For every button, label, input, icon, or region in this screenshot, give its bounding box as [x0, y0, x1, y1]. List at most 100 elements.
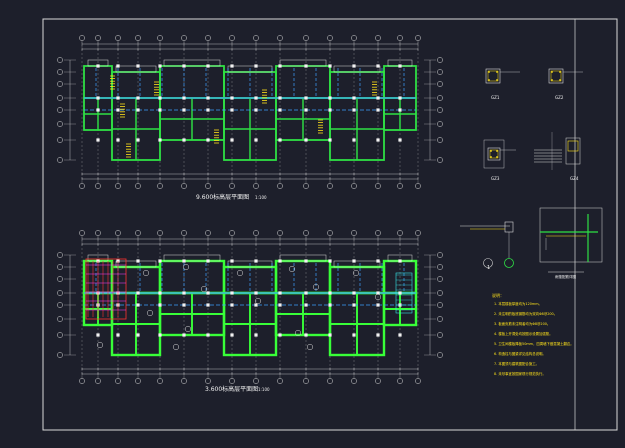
axis-bubble — [181, 183, 187, 189]
column-mark — [158, 138, 162, 142]
slab-marker — [142, 269, 150, 277]
axis-bubble — [303, 183, 309, 189]
column-mark — [304, 291, 308, 295]
column-mark — [398, 108, 402, 112]
room-outline — [159, 65, 225, 99]
column-mark — [376, 333, 380, 337]
axis-bubble — [277, 378, 283, 384]
axis-bubble — [437, 290, 443, 296]
column-mark — [352, 259, 356, 263]
column-mark — [206, 259, 210, 263]
axis-bubble — [351, 183, 357, 189]
column-mark — [304, 333, 308, 337]
axis-bubble — [95, 230, 101, 236]
column-mark — [352, 96, 356, 100]
column-mark — [352, 333, 356, 337]
rebar-dot — [496, 79, 498, 81]
balcony-outline — [115, 65, 157, 73]
axis-bubble — [437, 276, 443, 282]
column-mark — [398, 291, 402, 295]
rebar-dot — [496, 150, 498, 152]
axis-bubble — [79, 183, 85, 189]
column-mark — [230, 138, 234, 142]
column-mark — [96, 333, 100, 337]
column-mark — [376, 259, 380, 263]
column-mark — [328, 259, 332, 263]
column-mark — [328, 291, 332, 295]
column-mark — [254, 333, 258, 337]
axis-bubble — [375, 35, 381, 41]
column-mark — [206, 138, 210, 142]
rebar-dot — [496, 156, 498, 158]
slab-marker — [306, 343, 314, 351]
column-mark — [182, 96, 186, 100]
axis-bubble — [397, 35, 403, 41]
upper-plan-title: 9.600标高层平面图 — [196, 193, 249, 201]
axis-bubble — [437, 252, 443, 258]
axis-bubble — [205, 230, 211, 236]
axis-bubble — [57, 316, 63, 322]
column-mark — [254, 64, 258, 68]
column-mark — [352, 138, 356, 142]
detail-1-label: GZ1 — [491, 95, 500, 100]
axis-bubble — [277, 35, 283, 41]
axis-bubble — [351, 378, 357, 384]
axis-bubble — [57, 276, 63, 282]
axis-bubble — [135, 35, 141, 41]
column-mark — [182, 259, 186, 263]
axis-bubble — [253, 183, 259, 189]
axis-bubble — [205, 35, 211, 41]
axis-bubble — [115, 183, 121, 189]
column-mark — [278, 64, 282, 68]
axis-bubble — [253, 378, 259, 384]
column-mark — [158, 96, 162, 100]
note-item: 2. 未注明的板底钢筋均为双向Φ8@200。 — [494, 311, 557, 316]
room-outline — [274, 259, 332, 295]
detail-3-label: GZ3 — [491, 176, 500, 181]
axis-bubble — [437, 302, 443, 308]
column-mark — [230, 96, 234, 100]
column-mark — [206, 96, 210, 100]
axis-bubble — [437, 57, 443, 63]
column-mark — [328, 96, 332, 100]
upper-plan-scale: 1:100 — [255, 195, 267, 200]
slab-marker — [236, 269, 244, 277]
axis-bubble — [57, 95, 63, 101]
column-mark — [136, 333, 140, 337]
axis-bubble — [415, 230, 421, 236]
column-mark — [182, 64, 186, 68]
stirrup — [567, 140, 579, 152]
column-mark — [352, 291, 356, 295]
column-mark — [136, 108, 140, 112]
rebar-dot — [551, 71, 553, 73]
axis-bubble — [253, 35, 259, 41]
axis-bubble — [181, 35, 187, 41]
section-outline — [539, 207, 603, 263]
column-mark — [158, 303, 162, 307]
axis-bubble — [397, 378, 403, 384]
axis-bubble — [437, 107, 443, 113]
note-item: 3. 板面负筋未注明者均为Φ8@200。 — [494, 321, 550, 326]
axis-bubble — [397, 230, 403, 236]
column-mark — [206, 333, 210, 337]
axis-bubble — [415, 183, 421, 189]
column-mark — [230, 303, 234, 307]
column-mark — [398, 333, 402, 337]
column-mark — [254, 259, 258, 263]
column-mark — [278, 138, 282, 142]
column-mark — [278, 96, 282, 100]
column-mark — [398, 64, 402, 68]
axis-bubble — [327, 183, 333, 189]
note-item: 4. 楼板上开洞处均按图示设置加强筋。 — [494, 331, 553, 336]
column-mark — [352, 303, 356, 307]
axis-bubble — [437, 352, 443, 358]
note-item: 8. 未尽事宜按国家现行规范执行。 — [494, 371, 546, 376]
balcony-outline — [163, 59, 221, 67]
axis-bubble — [205, 378, 211, 384]
axis-bubble — [181, 230, 187, 236]
column-mark — [376, 64, 380, 68]
notes-list: 1. 本层楼板厚度均为120mm。 2. 未注明的板底钢筋均为双向Φ8@200。 3… — [494, 301, 574, 376]
column-mark — [230, 291, 234, 295]
slab-marker — [182, 263, 190, 271]
detail-drawings — [483, 68, 583, 170]
